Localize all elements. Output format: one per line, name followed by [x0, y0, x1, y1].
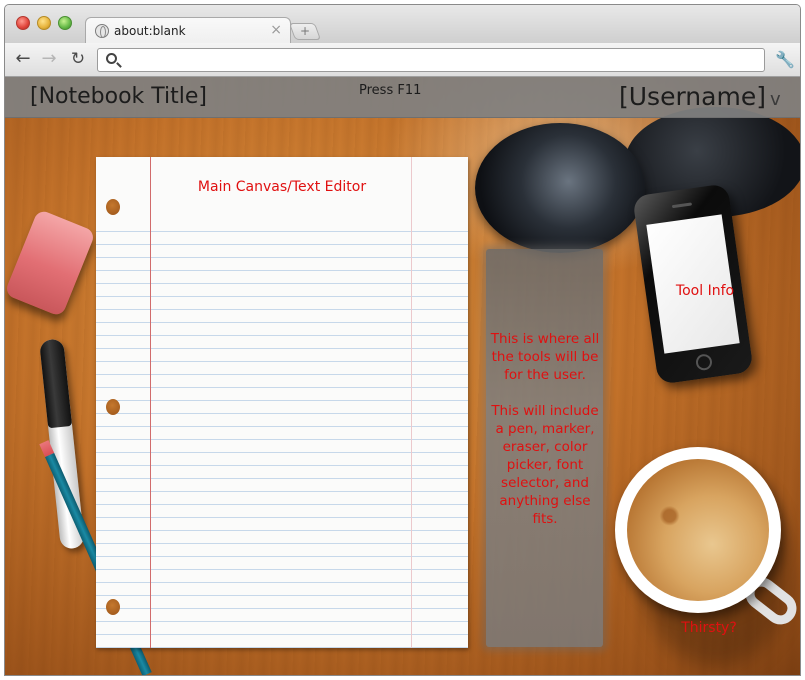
chevron-down-icon[interactable]: v — [770, 89, 781, 110]
thirsty-label: Thirsty? — [681, 620, 737, 636]
margin-line — [150, 157, 151, 648]
eraser-image — [5, 208, 96, 318]
app-header: [Notebook Title] Press F11 [Username] v — [5, 77, 800, 118]
binder-hole — [106, 399, 120, 415]
coffee-image — [627, 459, 769, 601]
search-icon — [106, 53, 117, 64]
main-canvas[interactable]: Main Canvas/Text Editor — [96, 157, 468, 648]
address-bar[interactable] — [97, 48, 765, 72]
browser-window: about:blank × + ← → ↻ 🔧 [Notebook Title]… — [4, 4, 801, 676]
headphones-image — [475, 123, 645, 253]
address-input[interactable] — [126, 52, 756, 69]
binder-hole — [106, 599, 120, 615]
zoom-window-button[interactable] — [58, 16, 72, 30]
tab-about-blank[interactable]: about:blank × — [85, 17, 291, 44]
plus-icon: + — [299, 24, 311, 38]
canvas-label: Main Canvas/Text Editor — [197, 179, 367, 195]
tab-strip: about:blank × + — [5, 5, 800, 44]
phone-speaker — [671, 202, 693, 209]
forward-arrow-icon[interactable]: → — [38, 48, 60, 70]
browser-toolbar: ← → ↻ 🔧 — [5, 43, 800, 77]
phone-home-button — [694, 353, 714, 372]
wrench-icon[interactable]: 🔧 — [775, 51, 795, 69]
new-tab-button[interactable]: + — [288, 23, 322, 40]
tools-description-line1: This is where all the tools will be for … — [490, 331, 600, 383]
tool-info-label: Tool Info — [675, 283, 735, 299]
notebook-page: [Notebook Title] Press F11 [Username] v … — [5, 77, 800, 675]
right-margin-line — [411, 157, 412, 648]
notebook-title[interactable]: [Notebook Title] — [30, 84, 207, 109]
reload-icon[interactable]: ↻ — [67, 48, 89, 70]
globe-icon — [95, 24, 109, 38]
tools-description-line2: This will include a pen, marker, eraser,… — [491, 403, 599, 527]
close-window-button[interactable] — [16, 16, 30, 30]
binder-hole — [106, 199, 120, 215]
back-arrow-icon[interactable]: ← — [12, 48, 34, 70]
tab-title: about:blank — [114, 24, 186, 38]
username-label[interactable]: [Username] — [619, 82, 766, 111]
tab-close-icon[interactable]: × — [270, 22, 282, 38]
fullscreen-hint: Press F11 — [359, 83, 422, 98]
tools-panel-description: This is where all the tools will be for … — [490, 330, 600, 546]
minimize-window-button[interactable] — [37, 16, 51, 30]
